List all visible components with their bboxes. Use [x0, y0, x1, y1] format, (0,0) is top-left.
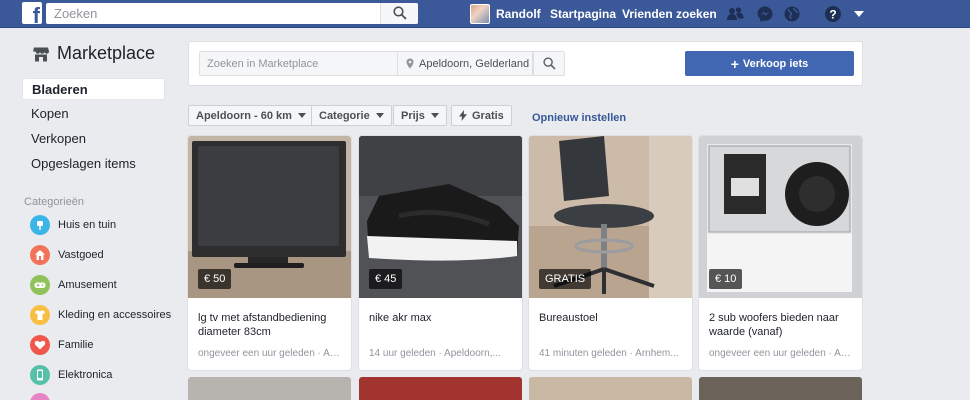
- listing-meta: ongeveer een uur geleden · Apeldoorn: [709, 348, 854, 359]
- location-pin-icon: [406, 58, 414, 69]
- nav-find-friends-link[interactable]: Vrienden zoeken: [622, 7, 717, 21]
- reset-filters-link[interactable]: Opnieuw instellen: [532, 112, 626, 124]
- filter-price-label: Prijs: [401, 109, 425, 122]
- home-icon: [30, 215, 50, 235]
- help-icon[interactable]: ?: [824, 5, 842, 23]
- listing-title: nike akr max: [369, 312, 432, 324]
- listing-card-partial[interactable]: [359, 377, 522, 400]
- listing-card-partial[interactable]: [699, 377, 862, 400]
- shop-icon: [33, 47, 49, 61]
- marketplace-header: Marketplace: [33, 43, 155, 64]
- marketplace-search-input[interactable]: [200, 52, 397, 75]
- price-badge: GRATIS: [539, 269, 592, 289]
- global-search: [46, 3, 418, 24]
- listing-title: Bureaustoel: [539, 312, 598, 324]
- phone-icon: [30, 365, 50, 385]
- filter-category[interactable]: Categorie: [311, 105, 392, 126]
- chevron-down-icon: [430, 113, 439, 118]
- global-search-button[interactable]: [380, 3, 418, 24]
- categories-heading: Categorieën: [24, 196, 84, 208]
- filter-location-label: Apeldoorn - 60 km: [196, 109, 292, 122]
- account-menu-caret-icon[interactable]: [854, 11, 864, 17]
- sidebar-item-sell[interactable]: Verkopen: [22, 128, 165, 150]
- page-title: Marketplace: [57, 43, 156, 63]
- category-clothing[interactable]: Kleding en accessoires: [30, 305, 171, 325]
- listing-meta: 41 minuten geleden · Arnhem...: [539, 348, 679, 359]
- gamepad-icon: [30, 275, 50, 295]
- lightning-icon: [459, 110, 467, 121]
- plus-icon: +: [730, 55, 739, 72]
- category-electronics[interactable]: Elektronica: [30, 365, 112, 385]
- heart-icon: [30, 335, 50, 355]
- nav-home-link[interactable]: Startpagina: [550, 7, 616, 21]
- filter-location[interactable]: Apeldoorn - 60 km: [188, 105, 314, 126]
- location-value: Apeldoorn, Gelderland: [419, 57, 530, 70]
- listing-meta: 14 uur geleden · Apeldoorn,...: [369, 348, 501, 359]
- listing-card[interactable]: € 10 2 sub woofers bieden naar waarde (v…: [699, 136, 862, 370]
- category-label: Kleding en accessoires: [58, 309, 172, 321]
- price-badge: € 10: [709, 269, 743, 289]
- avatar: [470, 4, 490, 24]
- messenger-icon[interactable]: [756, 5, 774, 23]
- facebook-logo[interactable]: f: [22, 2, 42, 27]
- profile-link[interactable]: Randolf: [470, 3, 541, 25]
- sidebar-item-browse[interactable]: Bladeren: [22, 78, 165, 100]
- listing-meta: ongeveer een uur geleden · Apeldoorn: [198, 348, 343, 359]
- category-label: Amusement: [58, 279, 117, 291]
- shirt-icon: [30, 305, 50, 325]
- category-label: Familie: [58, 339, 94, 351]
- chevron-down-icon: [297, 113, 306, 118]
- global-search-input[interactable]: [46, 3, 380, 24]
- category-family[interactable]: Familie: [30, 335, 93, 355]
- location-field[interactable]: Apeldoorn, Gelderland: [397, 51, 533, 76]
- sell-item-button[interactable]: + Verkoop iets: [685, 51, 854, 76]
- listing-card-partial[interactable]: [529, 377, 692, 400]
- price-badge: € 50: [198, 269, 232, 289]
- listing-card[interactable]: € 50 lg tv met afstandbediening diameter…: [188, 136, 351, 370]
- price-badge: € 45: [369, 269, 403, 289]
- search-icon: [393, 6, 407, 20]
- search-icon: [543, 57, 556, 70]
- sidebar-item-saved[interactable]: Opgeslagen items: [22, 153, 165, 175]
- top-navigation-bar: f Randolf Startpagina Vrienden zoeken ?: [0, 0, 970, 28]
- chevron-down-icon: [375, 113, 384, 118]
- category-partial[interactable]: [30, 393, 50, 400]
- category-label: Huis en tuin: [58, 219, 117, 231]
- friend-requests-icon[interactable]: [726, 5, 744, 23]
- category-real-estate[interactable]: Vastgoed: [30, 245, 104, 265]
- filter-category-label: Categorie: [319, 109, 370, 122]
- svg-text:?: ?: [829, 8, 836, 22]
- category-entertainment[interactable]: Amusement: [30, 275, 117, 295]
- listing-title: 2 sub woofers bieden naar waarde (vanaf): [709, 312, 839, 338]
- marketplace-search: [199, 51, 397, 76]
- listing-title: lg tv met afstandbediening diameter 83cm: [198, 312, 327, 338]
- category-label: Elektronica: [58, 369, 113, 381]
- sidebar-item-buy[interactable]: Kopen: [22, 103, 165, 125]
- marketplace-search-panel: Apeldoorn, Gelderland + Verkoop iets: [188, 41, 863, 86]
- sell-item-label: Verkoop iets: [742, 57, 809, 70]
- filter-free[interactable]: Gratis: [451, 105, 512, 126]
- filter-price[interactable]: Prijs: [393, 105, 447, 126]
- profile-name: Randolf: [496, 7, 541, 21]
- category-label: Vastgoed: [58, 249, 104, 261]
- listing-card[interactable]: GRATIS Bureaustoel 41 minuten geleden · …: [529, 136, 692, 370]
- category-home-garden[interactable]: Huis en tuin: [30, 215, 116, 235]
- globe-icon[interactable]: [783, 5, 801, 23]
- filter-free-label: Gratis: [472, 109, 504, 122]
- house-icon: [30, 245, 50, 265]
- marketplace-search-button[interactable]: [533, 51, 565, 76]
- listing-card-partial[interactable]: [188, 377, 351, 400]
- category-icon: [30, 393, 50, 400]
- listing-card[interactable]: € 45 nike akr max 14 uur geleden · Apeld…: [359, 136, 522, 370]
